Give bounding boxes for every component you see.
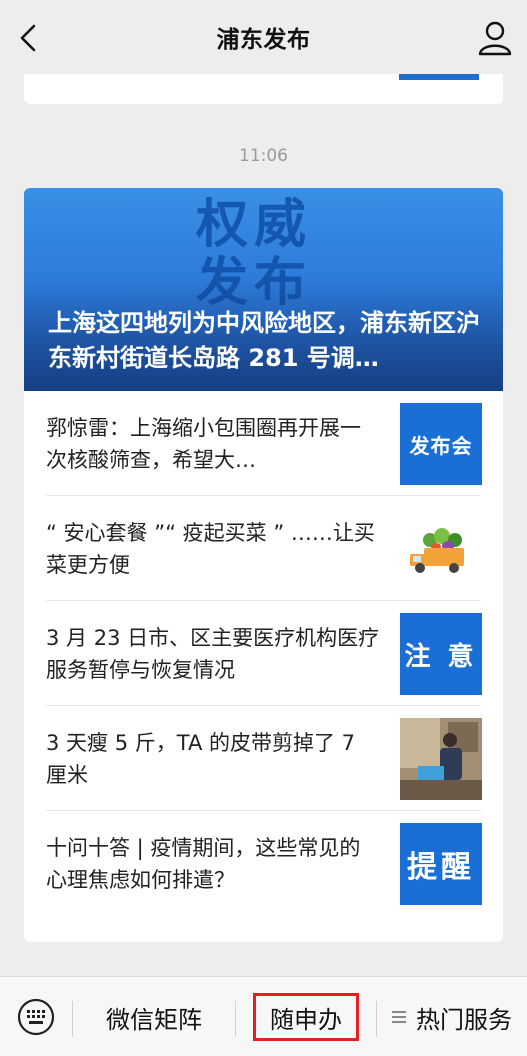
previous-article-card[interactable] [24,74,503,104]
list-item-title: “ 安心套餐 ”“ 疫起买菜 ” ……让买菜更方便 [46,496,381,601]
list-item-thumbnail: 提醒 [400,823,482,905]
list-item[interactable]: 3 天瘦 5 斤，TA 的皮带剪掉了 7 厘米 [46,706,482,811]
keyboard-icon[interactable] [16,997,56,1037]
hero-title: 上海这四地列为中风险地区，浦东新区沪东新村街道长岛路 281 号调… [48,309,480,372]
thumbnail-text: 提醒 [407,850,475,885]
list-item-title: 3 天瘦 5 斤，TA 的皮带剪掉了 7 厘米 [46,706,381,811]
list-item-photo [400,718,482,800]
list-item-title: 郛惊雷：上海缩小包围圈再开展一次核酸筛查，希望大… [46,391,381,496]
person-icon[interactable] [477,18,513,58]
list-item[interactable]: “ 安心套餐 ”“ 疫起买菜 ” ……让买菜更方便 [46,496,482,601]
thumbnail-text: 注 意 [404,641,478,672]
list-item-title-text: 3 月 23 日市、区主要医疗机构医疗服务暂停与恢复情况 [46,625,380,682]
previous-article-thumbnail [399,74,479,80]
hamburger-icon [392,1011,406,1023]
list-item-title-text: 郛惊雷：上海缩小包围圈再开展一次核酸筛查，希望大… [46,415,361,472]
list-item-thumbnail: 注 意 [400,613,482,695]
list-item-title: 3 月 23 日市、区主要医疗机构医疗服务暂停与恢复情况 [46,601,381,706]
vegetable-truck-icon [400,508,482,590]
list-item[interactable]: 郛惊雷：上海缩小包围圈再开展一次核酸筛查，希望大… 发布会 [46,391,482,496]
nav-bar: 浦东发布 [0,0,527,74]
list-item-title-text: 十问十答 | 疫情期间，这些常见的心理焦虑如何排遣？ [46,835,361,892]
hero-article[interactable]: 权威发布 上海这四地列为中风险地区，浦东新区沪东新村街道长岛路 281 号调… [24,188,503,391]
menu-label: 微信矩阵 [106,1005,202,1034]
page-title: 浦东发布 [216,27,311,53]
menu-hot-services[interactable]: 热门服务 [377,977,527,1056]
bottom-menu-bar: 微信矩阵 随申办 热门服务 [0,976,527,1056]
menu-label: 随申办 [253,993,359,1041]
list-item-title-text: 3 天瘦 5 斤，TA 的皮带剪掉了 7 厘米 [46,730,356,787]
list-item-thumbnail: 发布会 [400,403,482,485]
menu-label: 热门服务 [416,1005,512,1034]
list-item[interactable]: 十问十答 | 疫情期间，这些常见的心理焦虑如何排遣？ 提醒 [46,811,482,916]
chevron-left-icon[interactable] [14,20,44,56]
list-item-title: 十问十答 | 疫情期间，这些常见的心理焦虑如何排遣？ [46,811,381,916]
thumbnail-text: 发布会 [409,433,473,458]
list-item-title-text: “ 安心套餐 ”“ 疫起买菜 ” ……让买菜更方便 [46,520,375,577]
article-card: 权威发布 上海这四地列为中风险地区，浦东新区沪东新村街道长岛路 281 号调… … [24,188,503,942]
menu-suishenban[interactable]: 随申办 [236,977,376,1056]
menu-wechat-matrix[interactable]: 微信矩阵 [73,977,235,1056]
message-timestamp: 11:06 [239,146,288,166]
list-item[interactable]: 3 月 23 日市、区主要医疗机构医疗服务暂停与恢复情况 注 意 [46,601,482,706]
